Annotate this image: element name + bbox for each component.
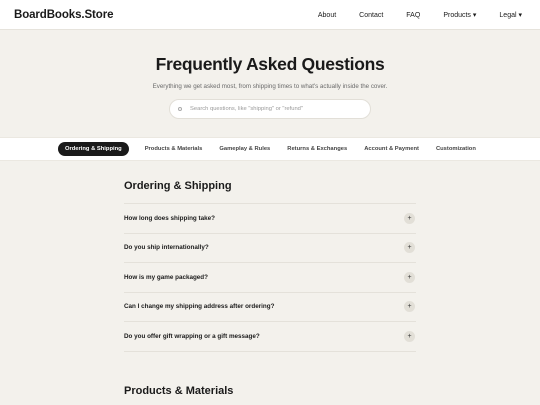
faq-search-input[interactable]: Search questions, like "shipping" or "re… [169, 99, 371, 119]
faq-question: Do you offer gift wrapping or a gift mes… [124, 332, 260, 340]
section-title-ordering: Ordering & Shipping [124, 180, 232, 192]
tab-account-payment[interactable]: Account & Payment [364, 146, 419, 152]
faq-content: Ordering & Shipping How long does shippi… [0, 161, 540, 397]
faq-question: Can I change my shipping address after o… [124, 303, 275, 311]
faq-item[interactable]: Do you offer gift wrapping or a gift mes… [124, 322, 416, 352]
top-navbar: BoardBooks.Store About Contact FAQ Produ… [0, 0, 540, 30]
search-placeholder: Search questions, like "shipping" or "re… [190, 106, 303, 112]
nav-products-dropdown[interactable]: Products ▾ [443, 11, 476, 19]
expand-plus-icon[interactable]: + [404, 242, 415, 254]
section-title-products: Products & Materials [124, 384, 234, 397]
page-subtitle: Everything we get asked most, from shipp… [152, 83, 388, 90]
page-title: Frequently Asked Questions [155, 54, 385, 74]
faq-question: How is my game packaged? [124, 273, 208, 281]
expand-plus-icon[interactable]: + [404, 212, 415, 224]
expand-plus-icon[interactable]: + [404, 330, 415, 342]
category-tabs: Ordering & Shipping Products & Materials… [0, 137, 540, 161]
tab-ordering-shipping[interactable]: Ordering & Shipping [58, 142, 129, 156]
main-nav: About Contact FAQ Products ▾ Legal ▾ [295, 0, 522, 30]
nav-contact[interactable]: Contact [359, 12, 383, 19]
expand-plus-icon[interactable]: + [404, 301, 415, 313]
nav-legal-dropdown[interactable]: Legal ▾ [499, 11, 522, 19]
tab-returns-exchanges[interactable]: Returns & Exchanges [287, 146, 347, 152]
expand-plus-icon[interactable]: + [404, 271, 415, 283]
faq-item[interactable]: How long does shipping take? + [124, 204, 416, 234]
faq-list-ordering: How long does shipping take? + Do you sh… [124, 203, 416, 352]
faq-item[interactable]: Do you ship internationally? + [124, 234, 416, 263]
faq-item[interactable]: Can I change my shipping address after o… [124, 293, 416, 322]
tab-products-materials[interactable]: Products & Materials [145, 146, 203, 152]
faq-question: How long does shipping take? [124, 214, 215, 222]
nav-faq[interactable]: FAQ [406, 12, 420, 19]
tab-customization[interactable]: Customization [436, 146, 476, 152]
brand-logo[interactable]: BoardBooks.Store [14, 9, 113, 21]
faq-item[interactable]: How is my game packaged? + [124, 263, 416, 293]
faq-hero: Frequently Asked Questions Everything we… [0, 30, 540, 137]
tab-gameplay-rules[interactable]: Gameplay & Rules [219, 146, 270, 152]
faq-question: Do you ship internationally? [124, 244, 209, 252]
nav-about[interactable]: About [318, 12, 336, 19]
search-icon [178, 107, 182, 111]
